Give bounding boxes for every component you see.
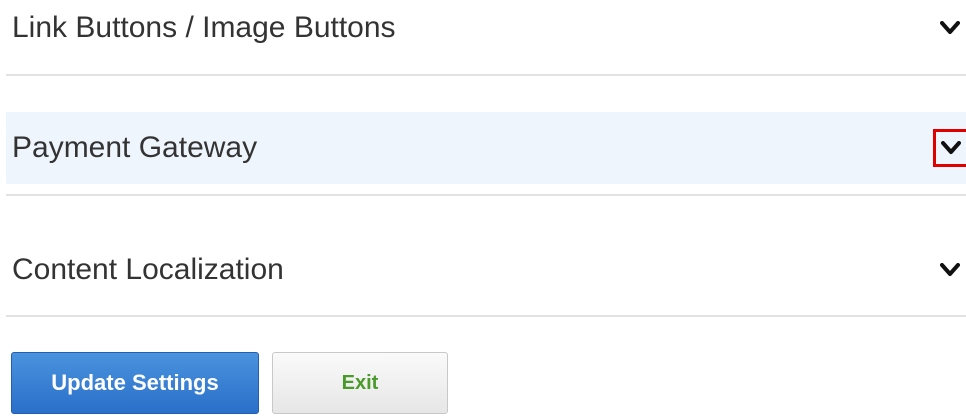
divider [6, 74, 966, 76]
settings-panel: Link Buttons / Image Buttons Payment Gat… [0, 0, 966, 416]
section-title: Payment Gateway [12, 131, 258, 164]
section-content-localization-header[interactable]: Content Localization [6, 234, 966, 306]
chevron-down-icon[interactable] [938, 16, 962, 40]
divider [6, 194, 966, 196]
section-title: Link Buttons / Image Buttons [12, 11, 396, 44]
section-link-buttons-header[interactable]: Link Buttons / Image Buttons [6, 0, 966, 56]
section-payment-gateway-header[interactable]: Payment Gateway [6, 112, 966, 184]
chevron-down-icon[interactable] [938, 258, 962, 282]
section-title: Content Localization [12, 253, 284, 286]
chevron-down-icon[interactable] [933, 129, 966, 167]
divider [6, 315, 966, 317]
exit-button[interactable]: Exit [272, 352, 448, 414]
update-settings-button[interactable]: Update Settings [11, 352, 259, 414]
